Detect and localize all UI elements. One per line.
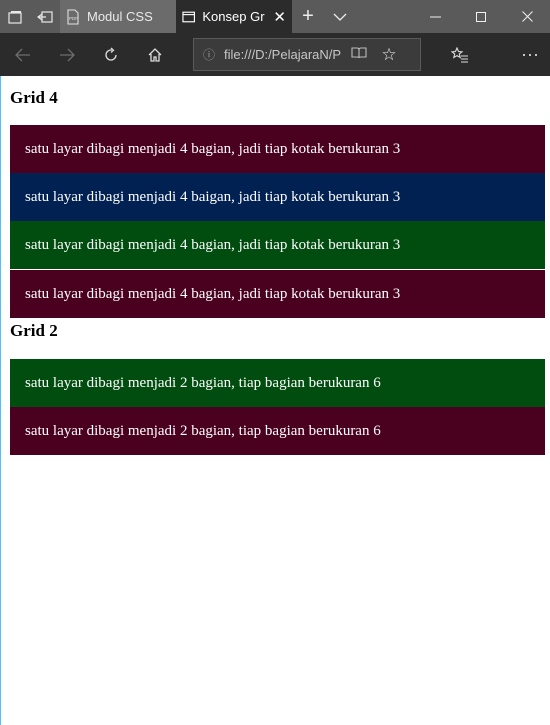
window-controls	[412, 0, 550, 33]
new-tab-icon[interactable]: +	[292, 0, 324, 33]
info-icon[interactable]: ⓘ	[194, 46, 224, 63]
favorites-hub-icon[interactable]	[440, 33, 480, 76]
maximize-icon[interactable]	[458, 0, 504, 33]
grid-row: satu layar dibagi menjadi 4 bagian, jadi…	[10, 270, 545, 318]
close-tab-icon[interactable]: ✕	[273, 8, 286, 26]
section-heading-grid-2: Grid 2	[10, 321, 58, 340]
page-icon	[182, 11, 195, 22]
back-icon[interactable]	[3, 33, 43, 76]
home-icon[interactable]	[135, 33, 175, 76]
forward-icon[interactable]	[47, 33, 87, 76]
close-window-icon[interactable]	[504, 0, 550, 33]
tab-label: Konsep Grid	[202, 9, 265, 24]
pdf-file-icon: PDF	[67, 8, 79, 25]
section-heading-grid-4: Grid 4	[10, 88, 58, 107]
favorite-star-icon[interactable]: ☆	[374, 45, 404, 65]
tab-modul-css[interactable]: PDF Modul CSS Re	[60, 0, 176, 33]
address-bar[interactable]: ⓘ file:///D:/PelajaraN/P ☆	[193, 38, 421, 71]
set-aside-tabs-icon[interactable]	[30, 0, 60, 33]
navigation-bar: ⓘ file:///D:/PelajaraN/P ☆ ···	[0, 33, 550, 76]
reading-view-icon[interactable]	[344, 47, 374, 62]
tab-label: Modul CSS Re	[87, 9, 153, 24]
tab-preview-icon[interactable]	[0, 0, 30, 33]
grid-row: satu layar dibagi menjadi 4 bagian, jadi…	[10, 125, 545, 173]
chevron-down-icon[interactable]	[324, 0, 356, 33]
grid-row: satu layar dibagi menjadi 2 bagian, tiap…	[10, 359, 545, 407]
minimize-icon[interactable]	[412, 0, 458, 33]
tab-bar: PDF Modul CSS Re Konsep Grid ✕ +	[0, 0, 550, 33]
tab-konsep-grid[interactable]: Konsep Grid ✕	[176, 0, 292, 33]
grid-row: satu layar dibagi menjadi 4 baigan, jadi…	[10, 173, 545, 221]
grid-row: satu layar dibagi menjadi 4 bagian, jadi…	[10, 221, 545, 269]
svg-text:PDF: PDF	[69, 16, 78, 21]
more-options-icon[interactable]: ···	[510, 33, 550, 76]
refresh-icon[interactable]	[91, 33, 131, 76]
grid-row: satu layar dibagi menjadi 2 bagian, tiap…	[10, 407, 545, 455]
page-content: Grid 4 satu layar dibagi menjadi 4 bagia…	[0, 76, 550, 725]
url-text[interactable]: file:///D:/PelajaraN/P	[224, 47, 344, 62]
